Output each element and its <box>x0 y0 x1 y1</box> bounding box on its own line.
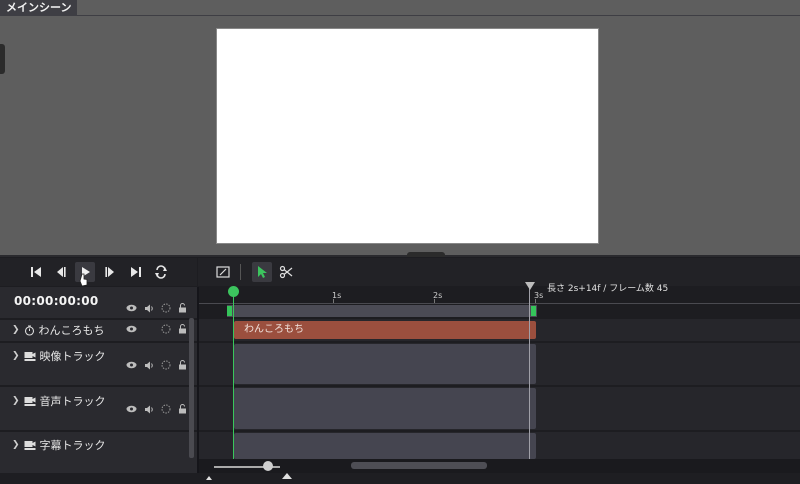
go-to-end-button[interactable] <box>126 262 146 282</box>
track-header-object[interactable]: ❯ わんころもち <box>12 322 105 338</box>
chevron-right-icon[interactable]: ❯ <box>12 440 20 450</box>
playhead-line <box>233 297 234 473</box>
track-label: わんころもち <box>38 324 105 337</box>
select-tool-button[interactable] <box>252 262 272 282</box>
cursor-arrow-icon <box>258 266 267 278</box>
track-label: 映像トラック <box>39 350 106 363</box>
tools-divider <box>240 264 241 280</box>
zoom-out-icon[interactable] <box>206 465 212 484</box>
playhead-handle[interactable] <box>228 286 239 297</box>
eye-icon[interactable] <box>126 304 137 312</box>
zoom-slider-knob[interactable] <box>263 461 273 471</box>
video-track-region[interactable] <box>234 344 536 384</box>
chevron-right-icon[interactable]: ❯ <box>12 351 20 361</box>
chevron-right-icon[interactable]: ❯ <box>12 396 20 406</box>
solo-icon[interactable] <box>161 324 171 334</box>
unlock-icon[interactable] <box>178 303 187 313</box>
edit-canvas-icon <box>216 266 230 278</box>
left-panel-handle[interactable] <box>0 44 5 74</box>
track-controls-video <box>126 360 187 370</box>
speaker-icon[interactable] <box>144 361 154 370</box>
solo-icon[interactable] <box>161 303 171 313</box>
prev-frame-button[interactable] <box>50 262 70 282</box>
end-marker[interactable] <box>525 282 535 290</box>
track-controls-object <box>126 324 187 334</box>
track-label: 音声トラック <box>39 395 106 408</box>
go-to-start-button[interactable] <box>26 262 46 282</box>
preview-canvas[interactable] <box>216 28 599 244</box>
range-end-handle[interactable] <box>531 306 536 316</box>
timecode-display: 00:00:00:00 <box>14 294 99 308</box>
audio-track-icon <box>24 396 36 406</box>
scissors-icon <box>279 265 293 279</box>
length-info: 長さ 2s+14f / フレーム数 45 <box>547 284 669 294</box>
timeline-horizontal-scrollbar[interactable] <box>351 462 487 469</box>
eye-icon[interactable] <box>126 325 137 333</box>
chevron-right-icon[interactable]: ❯ <box>12 325 20 335</box>
subtitle-track-region[interactable] <box>234 433 536 459</box>
eye-icon[interactable] <box>126 361 137 369</box>
solo-icon[interactable] <box>161 404 171 414</box>
step-forward-icon <box>105 267 114 277</box>
loop-button[interactable] <box>151 262 171 282</box>
audio-track-region[interactable] <box>234 388 536 429</box>
tab-strip-line <box>76 15 800 16</box>
fit-view-button[interactable] <box>213 262 233 282</box>
object-clip[interactable]: わんころもち <box>234 321 536 339</box>
ruler-baseline <box>199 303 800 304</box>
track-label: 字幕トラック <box>39 439 106 452</box>
track-header-video[interactable]: ❯ 映像トラック <box>12 348 106 364</box>
unlock-icon[interactable] <box>178 360 187 370</box>
track-separator <box>0 430 197 432</box>
subtitle-track-icon <box>24 440 36 450</box>
step-back-icon <box>57 267 66 277</box>
unlock-icon[interactable] <box>178 404 187 414</box>
timer-icon <box>24 325 34 336</box>
track-separator <box>0 385 197 387</box>
speaker-icon[interactable] <box>144 405 154 414</box>
track-separator <box>0 318 197 320</box>
play-range-bar[interactable] <box>227 305 537 317</box>
master-track-controls <box>126 303 187 313</box>
track-header-audio[interactable]: ❯ 音声トラック <box>12 393 106 409</box>
zoom-in-icon[interactable] <box>282 464 292 483</box>
next-frame-button[interactable] <box>101 262 121 282</box>
track-header-subtitle[interactable]: ❯ 字幕トラック <box>12 437 106 453</box>
end-marker-line <box>529 287 530 473</box>
tab-main-scene[interactable]: メインシーン <box>0 0 78 16</box>
loop-icon <box>155 265 167 279</box>
range-start-handle[interactable] <box>227 306 232 316</box>
eye-icon[interactable] <box>126 405 137 413</box>
unlock-icon[interactable] <box>178 324 187 334</box>
track-separator <box>0 341 197 343</box>
track-panel-scrollbar[interactable] <box>189 318 194 458</box>
cut-tool-button[interactable] <box>276 262 296 282</box>
skip-start-icon <box>31 267 41 277</box>
speaker-icon[interactable] <box>144 304 154 313</box>
track-controls-audio <box>126 404 187 414</box>
solo-icon[interactable] <box>161 360 171 370</box>
video-track-icon <box>24 351 36 361</box>
skip-end-icon <box>131 267 141 277</box>
